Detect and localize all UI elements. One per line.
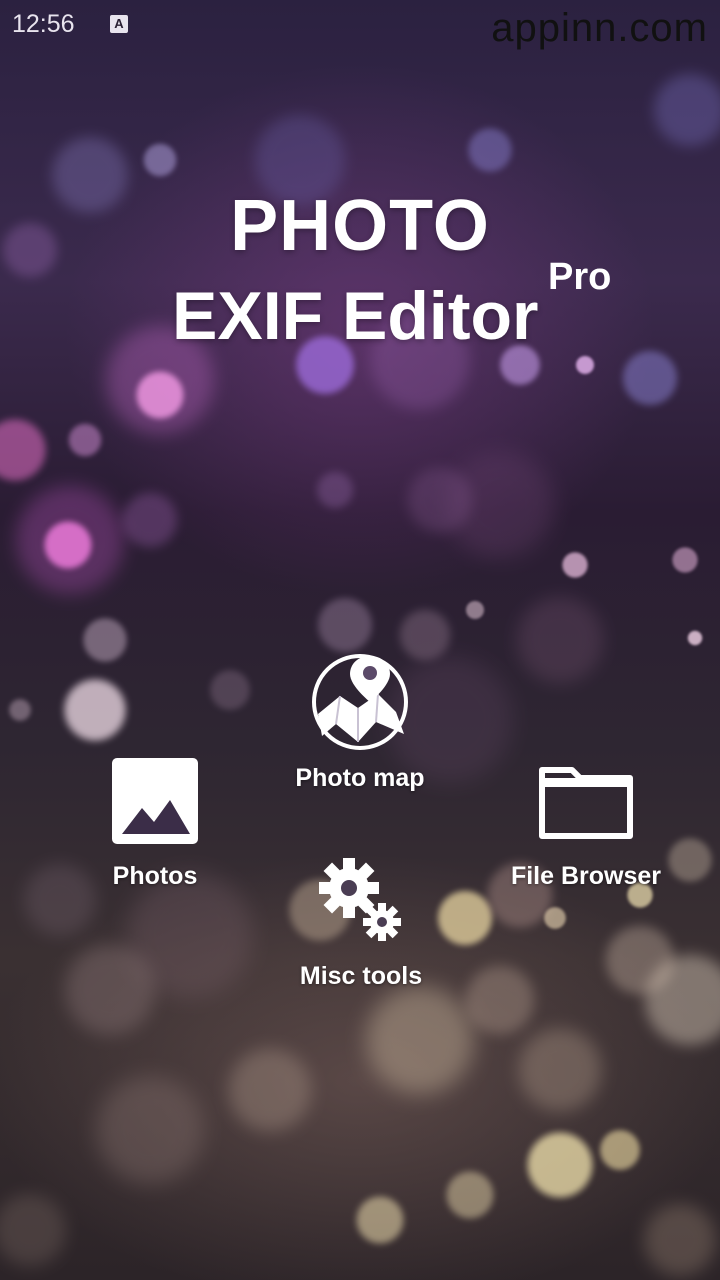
- bokeh-orb: [67, 422, 103, 458]
- bokeh-orb: [466, 126, 514, 174]
- bokeh-orb: [120, 490, 180, 550]
- bokeh-orb: [620, 348, 680, 408]
- bokeh-orb: [8, 698, 32, 722]
- bokeh-orb: [543, 906, 567, 930]
- bokeh-orb: [315, 595, 375, 655]
- bokeh-orb: [81, 616, 129, 664]
- folder-icon: [538, 762, 634, 840]
- bokeh-orb: [462, 962, 538, 1038]
- bokeh-orb: [435, 888, 495, 948]
- app-title-pro-badge: Pro: [548, 256, 612, 298]
- bokeh-orb: [354, 1194, 406, 1246]
- bokeh-orb: [640, 1200, 720, 1280]
- bokeh-orb: [514, 1024, 606, 1116]
- bokeh-orb: [404, 464, 476, 536]
- bokeh-orb: [602, 922, 678, 998]
- photos-label: Photos: [112, 862, 198, 890]
- bokeh-orb: [440, 445, 560, 565]
- bokeh-orb: [524, 1129, 596, 1201]
- bokeh-orb: [134, 369, 186, 421]
- bokeh-orb: [0, 1190, 70, 1270]
- bokeh-orb: [561, 551, 589, 579]
- file-browser-label: File Browser: [510, 862, 662, 890]
- photo-map-button[interactable]: Photo map: [280, 648, 440, 798]
- bokeh-orb: [61, 676, 129, 744]
- bokeh-orb: [640, 950, 720, 1050]
- bokeh-orb: [687, 630, 703, 646]
- photos-button[interactable]: Photos: [90, 756, 220, 896]
- bokeh-orb: [90, 1070, 210, 1190]
- misc-tools-label: Misc tools: [299, 962, 423, 990]
- bokeh-orb: [650, 70, 720, 150]
- bokeh-orb: [512, 592, 608, 688]
- image-icon: [112, 758, 198, 844]
- bokeh-orb: [60, 940, 160, 1040]
- bokeh-orb: [360, 980, 480, 1100]
- watermark: appinn.com: [491, 6, 708, 50]
- status-time: 12:56: [12, 10, 75, 38]
- file-browser-button[interactable]: File Browser: [500, 756, 672, 896]
- bokeh-orb: [465, 600, 485, 620]
- bokeh-orb: [224, 1044, 316, 1136]
- app-title-line2: EXIF Editor: [172, 278, 539, 354]
- misc-tools-button[interactable]: Misc tools: [280, 854, 442, 994]
- bokeh-orb: [444, 1169, 496, 1221]
- app-title-line1: PHOTO: [230, 186, 490, 266]
- bokeh-orb: [666, 836, 714, 884]
- bokeh-orb: [671, 546, 699, 574]
- bokeh-orb: [575, 355, 595, 375]
- bokeh-orb: [142, 142, 178, 178]
- bokeh-orb: [315, 470, 355, 510]
- status-bar: 12:56 A appinn.com: [0, 0, 720, 50]
- photo-map-label: Photo map: [295, 764, 425, 792]
- a-letter-icon: A: [110, 15, 128, 33]
- bokeh-orb: [42, 519, 94, 571]
- bokeh-orb: [598, 1128, 642, 1172]
- bokeh-orb: [208, 668, 252, 712]
- map-pin-icon: [310, 652, 410, 752]
- bokeh-orb: [0, 416, 49, 484]
- bokeh-orb: [10, 480, 130, 600]
- gears-icon: [316, 854, 408, 946]
- bokeh-orb: [20, 860, 100, 940]
